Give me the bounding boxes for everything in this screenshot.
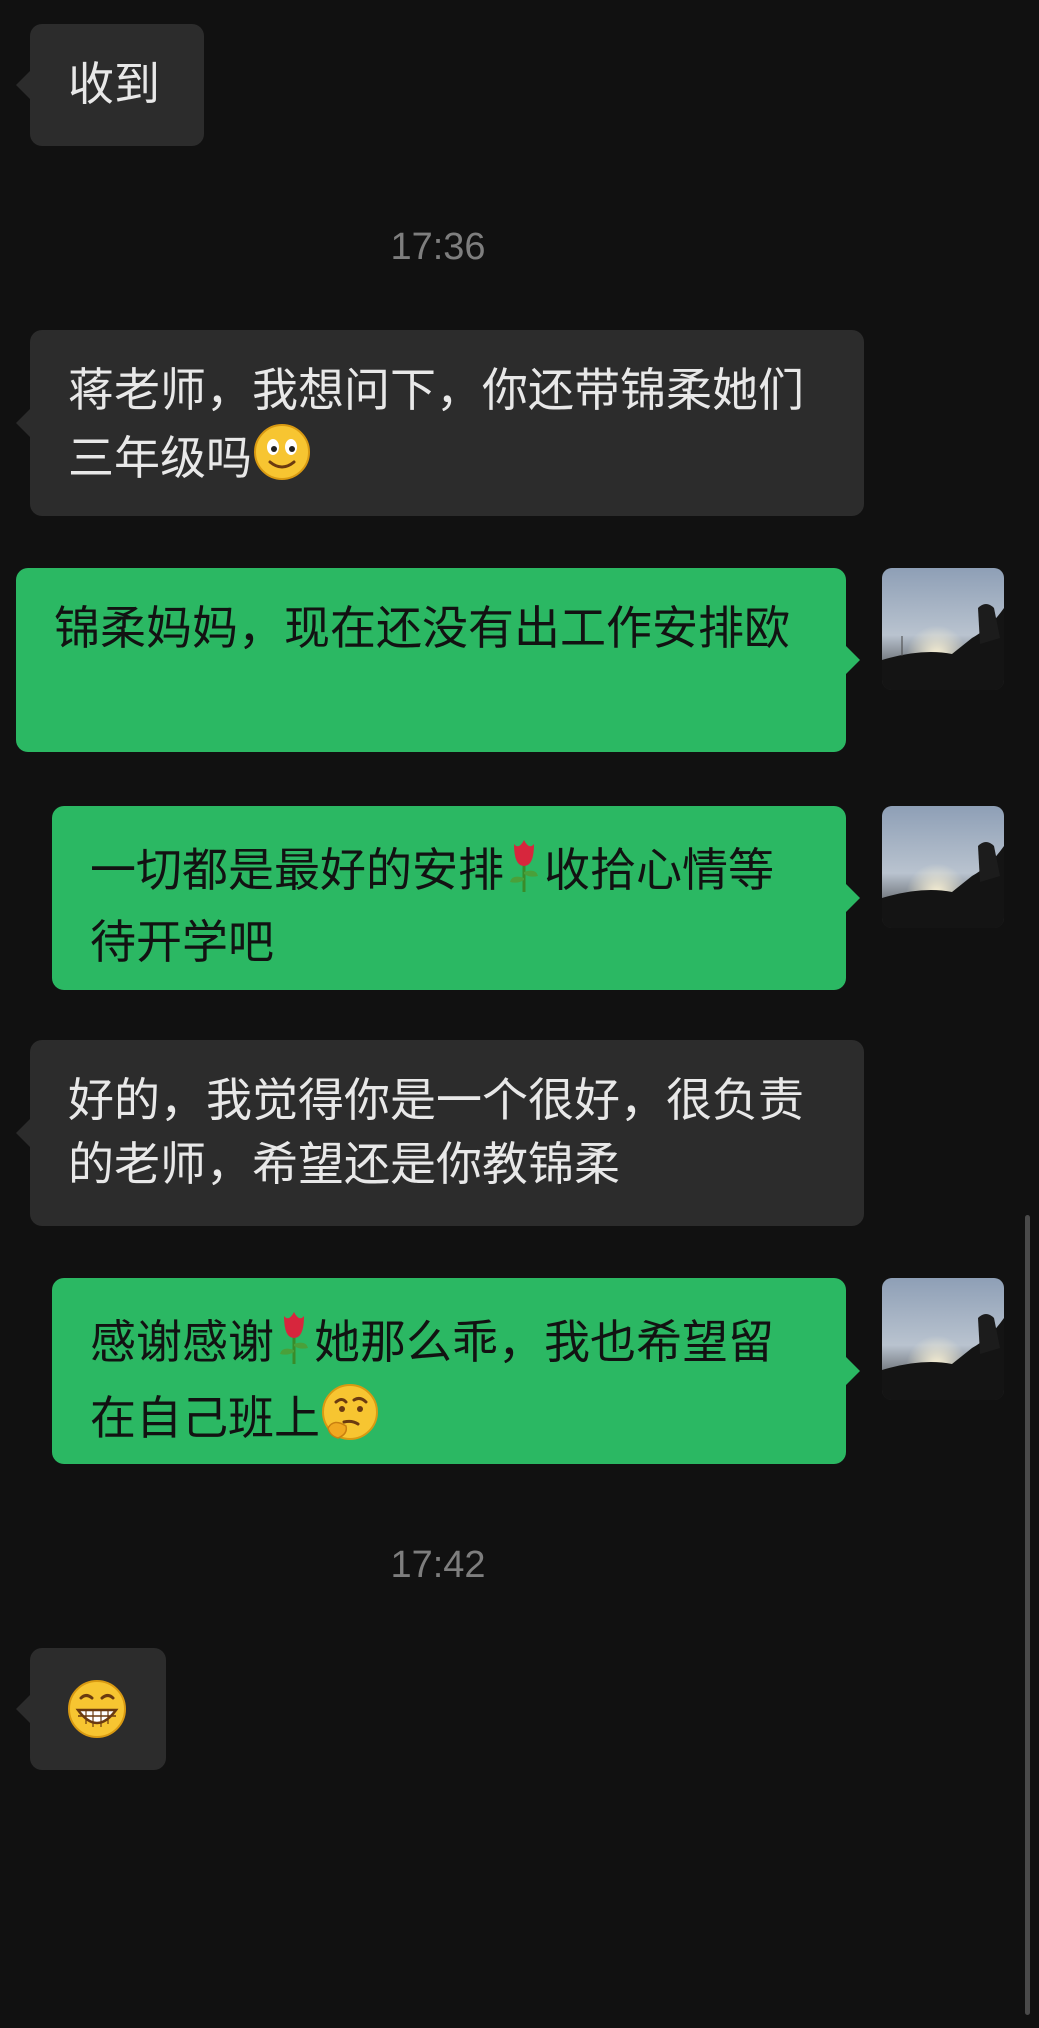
message-bubble-incoming[interactable]: 蒋老师，我想问下，你还带锦柔她们三年级吗 xyxy=(16,330,864,516)
smile-emoji xyxy=(252,422,312,498)
message-text: 一切都是最好的安排 xyxy=(90,843,504,897)
message-bubble-incoming[interactable]: 收到 xyxy=(16,24,204,146)
timestamp: 17:36 xyxy=(390,226,486,268)
message-text: 感谢感谢 xyxy=(90,1315,274,1369)
message-bubble-outgoing[interactable]: 感谢感谢 她那么乖，我也希望留在自己班上 xyxy=(52,1278,860,1464)
message-bubble-incoming[interactable]: 好的，我觉得你是一个很好，很负责的老师，希望还是你教锦柔 xyxy=(16,1040,864,1226)
message-bubble-incoming[interactable] xyxy=(16,1648,166,1770)
message-bubble-outgoing[interactable]: 锦柔妈妈，现在还没有出工作安排欧 xyxy=(16,568,860,752)
message-text: 收到 xyxy=(68,57,160,111)
message-text: 好的，我觉得你是一个很好，很负责的老师，希望还是你教锦柔 xyxy=(68,1073,804,1191)
message-text: 蒋老师，我想问下，你还带锦柔她们三年级吗 xyxy=(68,363,804,485)
chat-view[interactable]: 收到 17:36 蒋老师，我想问下，你还带锦柔她们三年级吗 锦柔妈妈，现在还没有… xyxy=(0,0,1039,2028)
message-bubble-outgoing[interactable]: 一切都是最好的安排 收拾心情等待开学吧 xyxy=(52,806,860,990)
message-text: 锦柔妈妈，现在还没有出工作安排欧 xyxy=(54,601,790,655)
avatar[interactable] xyxy=(882,1278,1004,1400)
rose-emoji xyxy=(274,1306,314,1382)
grin-emoji xyxy=(66,1678,128,1756)
rose-emoji xyxy=(504,834,544,910)
avatar[interactable] xyxy=(882,806,1004,928)
thinking-emoji xyxy=(320,1382,380,1458)
avatar[interactable] xyxy=(882,568,1004,690)
timestamp: 17:42 xyxy=(390,1544,486,1586)
scrollbar[interactable] xyxy=(1025,1215,1030,2015)
